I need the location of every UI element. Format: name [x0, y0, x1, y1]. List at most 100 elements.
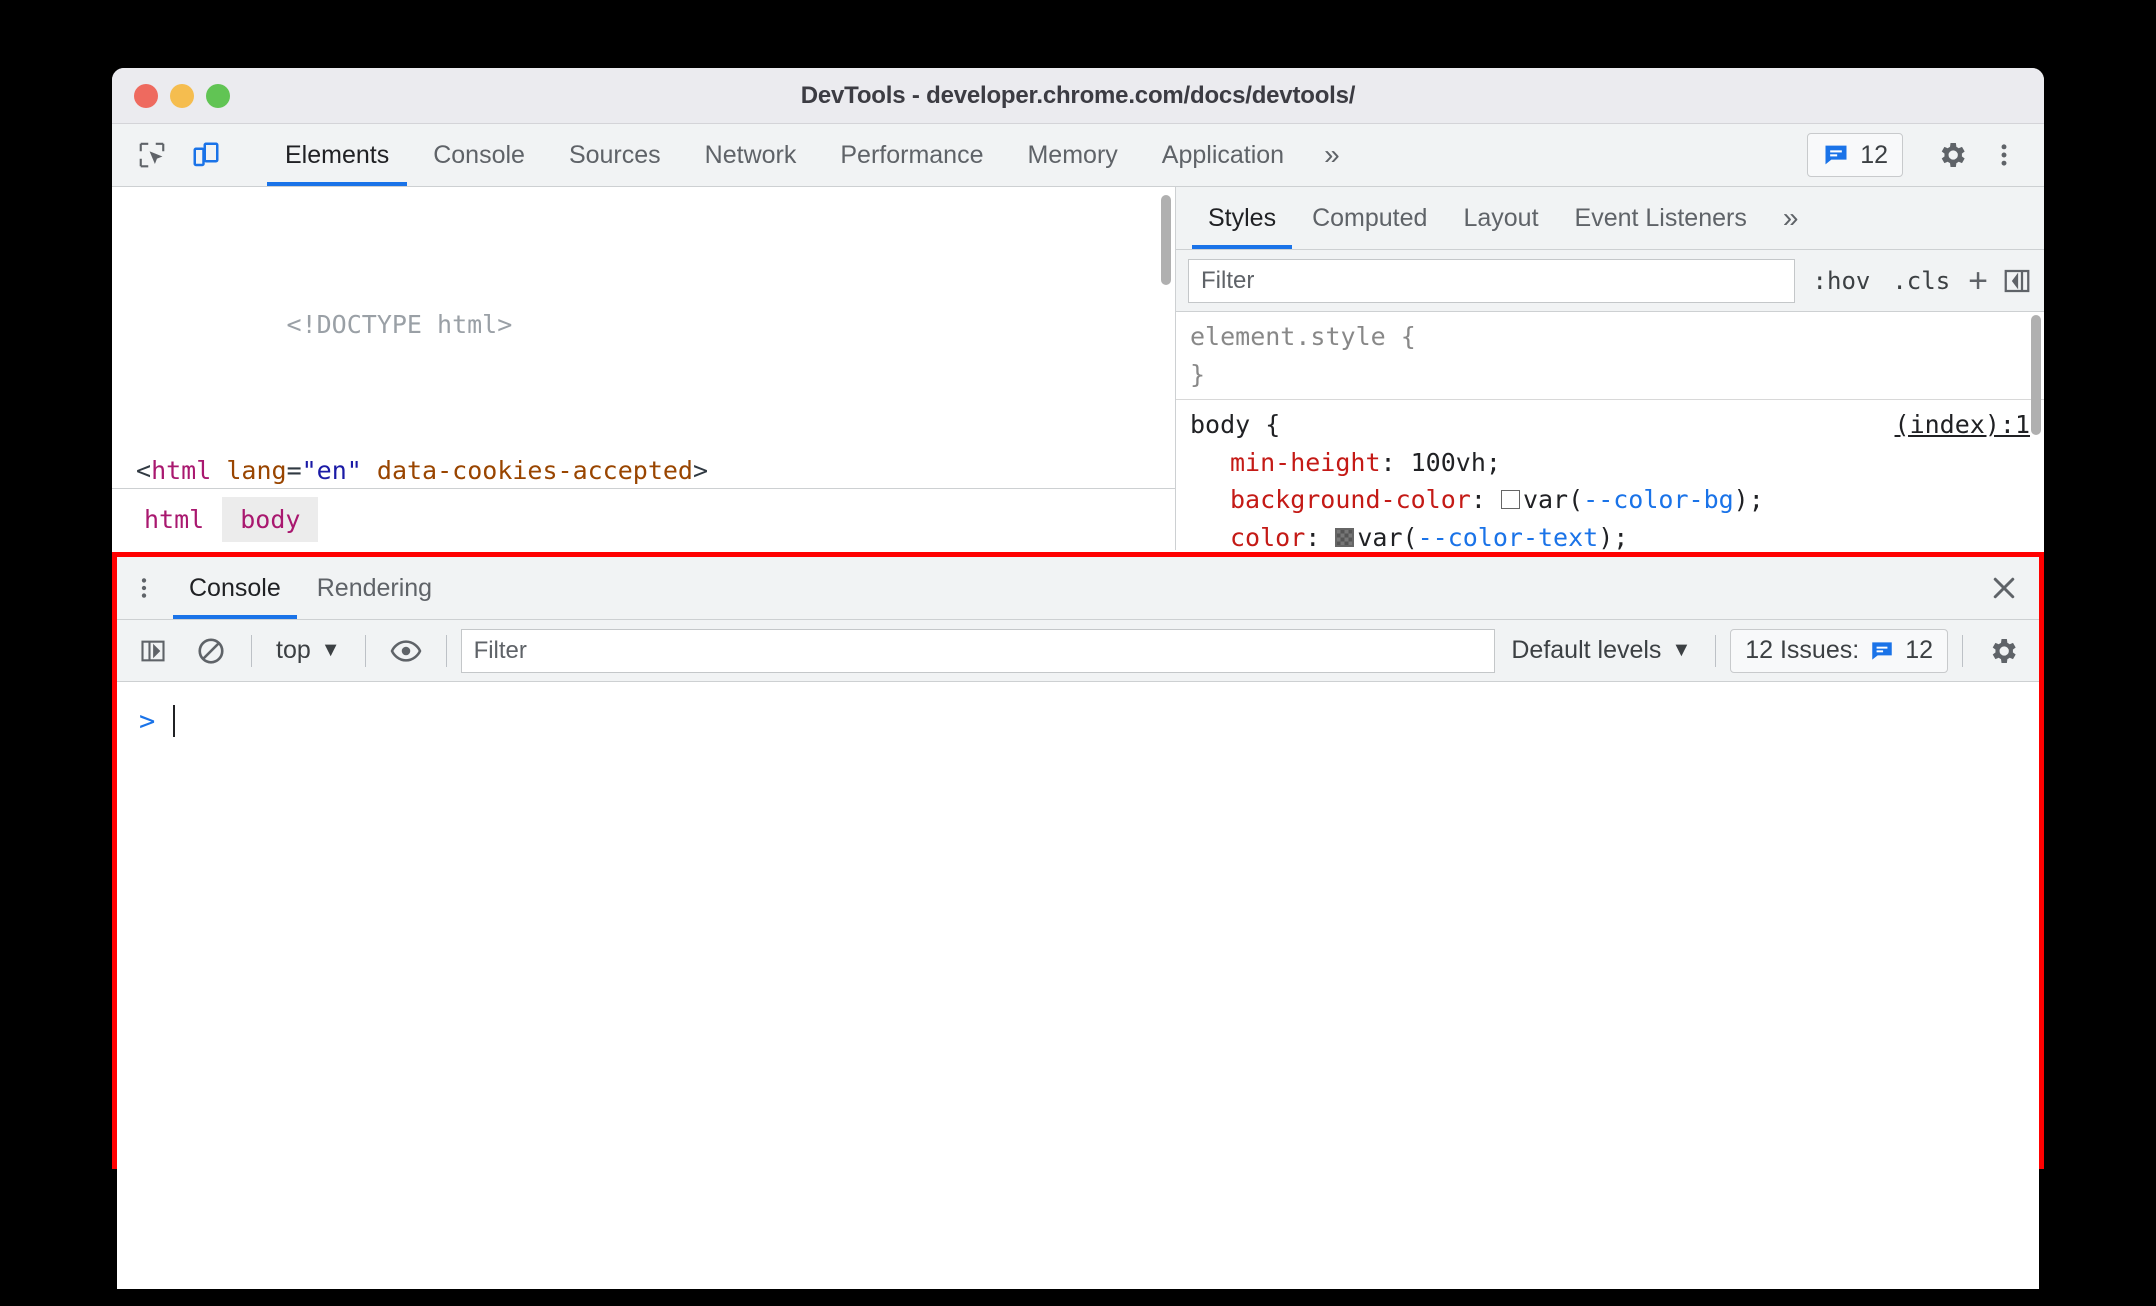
zoom-window-button[interactable] — [206, 83, 230, 108]
var-color-bg[interactable]: --color-bg — [1583, 485, 1734, 514]
log-levels-selector[interactable]: Default levels ▼ — [1501, 636, 1701, 665]
elements-panel: <!DOCTYPE html> <html lang="en" data-coo… — [112, 187, 2044, 550]
breadcrumb-item-html[interactable]: html — [126, 497, 222, 542]
tab-styles[interactable]: Styles — [1190, 187, 1294, 249]
gear-icon[interactable] — [1928, 131, 1976, 179]
issues-badge-button[interactable]: 12 — [1807, 133, 1903, 177]
rule-element-style[interactable]: element.style { } — [1176, 312, 2044, 400]
tab-computed[interactable]: Computed — [1294, 187, 1445, 249]
toolbar-icon-group — [112, 124, 263, 186]
more-tabs-chevron-icon[interactable]: » — [1306, 124, 1358, 186]
window-titlebar: DevTools - developer.chrome.com/docs/dev… — [112, 68, 2044, 124]
tab-console[interactable]: Console — [411, 124, 547, 186]
dom-tree-pane[interactable]: <!DOCTYPE html> <html lang="en" data-coo… — [112, 187, 1176, 550]
tree-row-doctype[interactable]: <!DOCTYPE html> — [134, 270, 1175, 380]
styles-pane: Styles Computed Layout Event Listeners »… — [1176, 187, 2044, 550]
three-dot-menu-icon[interactable] — [1980, 131, 2028, 179]
toolbar-right-group: 12 — [1807, 124, 2044, 186]
console-issues-button[interactable]: 12 Issues: 12 — [1730, 628, 1948, 673]
console-output-area[interactable]: > — [117, 682, 2039, 1289]
breadcrumb-item-body[interactable]: body — [222, 497, 319, 542]
minimize-window-button[interactable] — [170, 83, 194, 108]
close-icon[interactable] — [1969, 557, 2039, 619]
tab-application[interactable]: Application — [1140, 124, 1306, 186]
tab-network[interactable]: Network — [683, 124, 819, 186]
doctype-text: <!DOCTYPE html> — [286, 309, 513, 339]
levels-chevron-down-icon: ▼ — [1671, 639, 1692, 661]
breadcrumb: html body — [112, 488, 1175, 550]
console-filter-input[interactable]: Filter — [460, 628, 1496, 673]
console-text-caret — [173, 705, 175, 737]
console-drawer: Console Rendering top ▼ Filter Default l… — [112, 552, 2044, 1289]
log-levels-label: Default levels — [1511, 636, 1662, 664]
declaration-background-color[interactable]: background-color: var(--color-bg); — [1190, 481, 2044, 519]
drawer-tab-rendering[interactable]: Rendering — [299, 557, 450, 619]
styles-more-tabs-chevron-icon[interactable]: » — [1765, 187, 1817, 249]
dom-tree-scrollbar[interactable] — [1161, 195, 1171, 285]
drawer-tab-console[interactable]: Console — [171, 557, 299, 619]
new-style-rule-button[interactable]: + — [1968, 264, 1988, 298]
inspect-element-icon[interactable] — [128, 131, 176, 179]
styles-filter-input[interactable]: Filter — [1188, 258, 1795, 303]
element-style-close-brace: } — [1190, 359, 1206, 389]
console-sidebar-toggle-icon[interactable] — [127, 628, 179, 674]
tab-elements[interactable]: Elements — [263, 124, 411, 186]
execution-context-label: top — [276, 636, 311, 664]
main-toolbar: Elements Console Sources Network Perform… — [112, 124, 2044, 187]
html-lang-value: "en" — [301, 455, 362, 485]
styles-scrollbar[interactable] — [2031, 315, 2041, 435]
declaration-color[interactable]: color: var(--color-text); — [1190, 519, 2044, 551]
tab-sources[interactable]: Sources — [547, 124, 683, 186]
drawer-more-options-icon[interactable] — [117, 557, 171, 619]
console-toolbar-divider-4 — [1715, 634, 1717, 667]
html-cookies-attr: data-cookies-accepted — [376, 455, 693, 485]
issues-count: 12 — [1860, 140, 1888, 169]
color-swatch-bg-icon[interactable] — [1500, 490, 1520, 509]
console-prompt-row[interactable]: > — [117, 700, 2039, 742]
element-style-selector: element.style { — [1190, 322, 1416, 351]
console-prompt-arrow-icon: > — [139, 705, 156, 737]
console-toolbar: top ▼ Filter Default levels ▼ 12 Issues:… — [117, 620, 2039, 682]
device-toolbar-icon[interactable] — [182, 131, 230, 179]
panel-tabs: Elements Console Sources Network Perform… — [263, 124, 1807, 186]
body-rule-header: (index):1 body { — [1190, 406, 2044, 444]
tab-event-listeners[interactable]: Event Listeners — [1557, 187, 1765, 249]
styles-filter-toolbar: Filter :hov .cls + — [1176, 250, 2044, 312]
execution-context-selector[interactable]: top ▼ — [266, 636, 351, 665]
close-window-button[interactable] — [134, 83, 158, 108]
console-toolbar-divider-1 — [251, 634, 252, 667]
html-lang-attr: lang — [226, 455, 287, 485]
declaration-min-height[interactable]: min-height: 100vh; — [1190, 444, 2044, 482]
console-issues-count: 12 — [1905, 636, 1933, 664]
prop-background-color: background-color — [1230, 485, 1471, 514]
clear-console-icon[interactable] — [185, 628, 237, 674]
tab-performance[interactable]: Performance — [818, 124, 1005, 186]
styles-tabbar: Styles Computed Layout Event Listeners » — [1176, 187, 2044, 250]
issues-message-icon — [1825, 145, 1847, 165]
console-settings-gear-icon[interactable] — [1977, 628, 2029, 674]
console-issues-label: 12 Issues: — [1745, 636, 1860, 664]
force-state-hov-button[interactable]: :hov — [1809, 267, 1875, 295]
styles-sidebar-toggle-icon[interactable] — [2002, 266, 2032, 296]
css-rules-list: element.style { } (index):1 body { min-h… — [1176, 312, 2044, 550]
rule-body[interactable]: (index):1 body { min-height: 100vh; back… — [1176, 400, 2044, 550]
live-expression-eye-icon[interactable] — [380, 628, 432, 674]
window-title: DevTools - developer.chrome.com/docs/dev… — [800, 81, 1356, 109]
html-tag-name: html — [151, 455, 212, 485]
tab-layout[interactable]: Layout — [1445, 187, 1556, 249]
var-color-text[interactable]: --color-text — [1418, 523, 1599, 551]
value-min-height: 100vh; — [1410, 447, 1501, 477]
traffic-light-group — [112, 83, 230, 108]
body-rule-source-link[interactable]: (index):1 — [1895, 406, 2044, 444]
prop-min-height: min-height — [1230, 447, 1381, 477]
body-rule-selector: body { — [1190, 410, 1281, 439]
console-toolbar-divider-5 — [1962, 634, 1963, 667]
console-toolbar-divider-3 — [445, 634, 447, 667]
drawer-tabbar: Console Rendering — [117, 557, 2039, 620]
element-classes-cls-button[interactable]: .cls — [1888, 267, 1954, 295]
console-toolbar-divider-2 — [364, 634, 366, 667]
tab-memory[interactable]: Memory — [1005, 124, 1139, 186]
chevron-down-icon: ▼ — [320, 639, 341, 661]
color-swatch-text-icon[interactable] — [1335, 527, 1355, 547]
tree-row-html[interactable]: <html lang="en" data-cookies-accepted> — [134, 453, 1175, 490]
